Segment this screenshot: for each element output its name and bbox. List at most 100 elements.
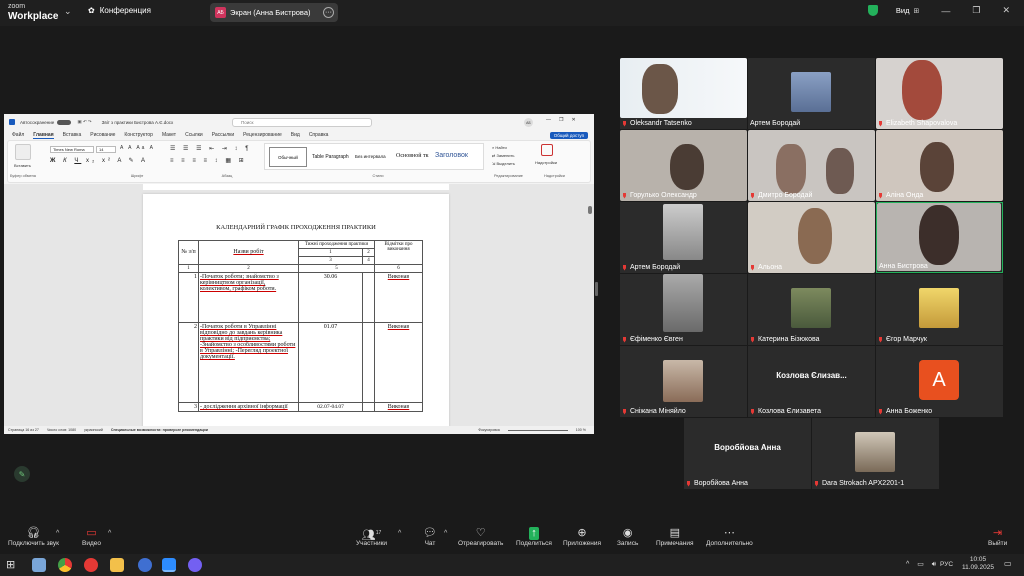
chat-chevron-icon[interactable]: ^ <box>444 530 447 537</box>
react-button[interactable]: ♡ Отреагировать <box>458 527 503 547</box>
style-no-spacing[interactable]: Без интервала <box>355 154 386 159</box>
notification-icon[interactable]: ▭ <box>1004 559 1012 568</box>
participant-tile[interactable]: Альона <box>748 202 875 273</box>
menu-file[interactable]: Файл <box>12 132 24 138</box>
more-options-icon[interactable]: ··· <box>323 7 334 18</box>
file-explorer-icon[interactable] <box>110 558 124 572</box>
zoom-top-bar: zoom Workplace ⌄ ✿ Конференция АБ Экран … <box>0 0 1024 26</box>
status-language[interactable]: украинский <box>84 428 103 432</box>
participants-chevron-icon[interactable]: ^ <box>398 530 401 537</box>
zoom-slider[interactable] <box>507 429 568 431</box>
participant-tile[interactable]: Elizabeth Shapovalova <box>876 58 1003 129</box>
apps-button[interactable]: ⊕ Приложения <box>563 527 601 547</box>
replace-button[interactable]: ⇄ Заменить <box>492 152 515 160</box>
participant-tile[interactable]: Дмитро Бородай <box>748 130 875 201</box>
participant-tile[interactable]: Сніжана Міняйло <box>620 346 747 417</box>
annotate-icon[interactable]: ✎ <box>14 466 30 482</box>
windows-start-icon[interactable]: ⊞ <box>6 558 20 572</box>
view-button[interactable]: Вид ⊞ <box>867 5 919 16</box>
audio-button[interactable]: 🎧︎ Подключить звук <box>8 527 59 547</box>
tray-icons[interactable]: ^ ▭ 🔊︎ <box>906 560 939 569</box>
participant-tile[interactable]: А Анна Боженко <box>876 346 1003 417</box>
paste-icon[interactable] <box>15 144 31 160</box>
style-heading[interactable]: Заголовок <box>435 152 468 159</box>
close-icon[interactable]: ✕ <box>1002 5 1010 16</box>
participant-tile[interactable]: Козлова Єлизав... Козлова Єлизавета <box>748 346 875 417</box>
share-doc-button[interactable]: Общий доступ <box>549 131 588 139</box>
select-button[interactable]: ⇲ Выделить <box>492 160 515 168</box>
participants-button[interactable]: 👥︎17 Участники <box>356 527 387 547</box>
video-options-chevron-icon[interactable]: ^ <box>108 530 111 537</box>
status-zoom[interactable]: 100 % <box>576 428 586 432</box>
menu-mailings[interactable]: Рассылки <box>212 132 234 138</box>
chrome-icon[interactable] <box>58 558 72 572</box>
sharer-avatar: АБ <box>215 7 226 18</box>
font-name-select[interactable]: Times New Roma <box>50 146 94 153</box>
participant-tile[interactable]: Єгор Марчук <box>876 274 1003 345</box>
more-button[interactable]: ⋯ Дополнительно <box>706 527 753 547</box>
menu-help[interactable]: Справка <box>309 132 329 138</box>
style-table-paragraph[interactable]: Table Paragraph <box>312 154 349 160</box>
participant-tile[interactable]: Воробйова Анна Воробйова Анна <box>684 418 811 489</box>
audio-options-chevron-icon[interactable]: ^ <box>56 530 59 537</box>
participant-tile[interactable]: Артем Бородай <box>620 202 747 273</box>
user-avatar[interactable]: АБ <box>524 118 533 127</box>
participant-tile[interactable]: Dara Strokach APX2201-1 <box>812 418 939 489</box>
word-search-box[interactable]: Поиск <box>232 118 372 127</box>
menu-view[interactable]: Вид <box>291 132 300 138</box>
splitter-handle[interactable] <box>595 282 598 296</box>
header-weeks: Тижні проходження практики <box>298 240 375 249</box>
font-size-select[interactable]: 14 <box>96 146 116 153</box>
participant-tile[interactable]: Артем Бородай <box>748 58 875 129</box>
menu-home[interactable]: Главная <box>33 132 54 139</box>
participant-tile[interactable]: Єфіменко Євген <box>620 274 747 345</box>
record-button[interactable]: ◉ Запись <box>617 527 638 547</box>
share-button[interactable]: ↑ Поделиться <box>516 527 552 547</box>
participant-tile-active-speaker[interactable]: Анна Бистрова <box>876 202 1003 273</box>
viber-icon[interactable] <box>188 558 202 572</box>
find-button[interactable]: ⌕ Найти <box>492 144 515 152</box>
notes-button[interactable]: ▤ Примечания <box>656 527 694 547</box>
participant-tile[interactable]: Oleksandr Tatsenko <box>620 58 747 129</box>
opera-icon[interactable] <box>84 558 98 572</box>
document-area[interactable]: КАЛЕНДАРНИЙ ГРАФІК ПРОХОДЖЕННЯ ПРАКТИКИ … <box>4 184 594 434</box>
status-accessibility[interactable]: Специальные возможности: проверьте реком… <box>111 428 208 432</box>
video-button[interactable]: ▭ Видео <box>82 527 101 547</box>
keyboard-language[interactable]: РУС <box>940 561 953 568</box>
menu-insert[interactable]: Вставка <box>63 132 82 138</box>
save-icon[interactable]: ▣ ↶ ↷ <box>77 119 91 125</box>
video-label: Видео <box>82 540 101 547</box>
menu-review[interactable]: Рецензирование <box>243 132 282 138</box>
addins-icon[interactable] <box>541 144 553 156</box>
minimize-icon[interactable]: — <box>941 6 950 16</box>
participant-tile[interactable]: Горулько Олександр <box>620 130 747 201</box>
app-icon[interactable] <box>138 558 152 572</box>
zoom-taskbar-icon[interactable] <box>162 558 176 572</box>
vertical-scrollbar[interactable] <box>588 206 592 214</box>
chevron-down-icon[interactable]: ⌄ <box>64 6 72 17</box>
align-icons[interactable]: ≡ ≡ ≡ ≡ ↕ ▦ ⊞ <box>170 157 247 164</box>
restore-icon[interactable]: ❐ <box>972 5 980 16</box>
style-normal[interactable]: Обычный <box>269 147 307 167</box>
participants-icon: 👥︎17 <box>361 529 382 542</box>
menu-draw[interactable]: Рисование <box>90 132 115 138</box>
menu-layout[interactable]: Макет <box>162 132 176 138</box>
document-page[interactable]: КАЛЕНДАРНИЙ ГРАФІК ПРОХОДЖЕННЯ ПРАКТИКИ … <box>143 194 449 434</box>
chat-button[interactable]: 💬︎ Чат <box>423 527 437 547</box>
menu-references[interactable]: Ссылки <box>185 132 203 138</box>
list-icons[interactable]: ☰ ☰ ☰ ⇤ ⇥ ↕ ¶ <box>170 145 251 152</box>
bold-italic-underline-icons[interactable]: Ж К Ч x₂ x² A ✎ A <box>50 157 148 164</box>
status-focus[interactable]: Фокусировка <box>478 428 499 432</box>
style-body-text[interactable]: Основной тк <box>396 153 429 159</box>
app-icon[interactable] <box>32 558 46 572</box>
menu-design[interactable]: Конструктор <box>124 132 153 138</box>
clock[interactable]: 10:05 11.09.2025 <box>958 556 998 572</box>
autosave-toggle[interactable] <box>57 119 72 125</box>
font-format-icons[interactable]: A A Aa A <box>120 145 155 151</box>
screen-share-indicator[interactable]: АБ Экран (Анна Бистрова) ··· <box>210 3 338 22</box>
conference-button[interactable]: ✿ Конференция <box>88 6 151 15</box>
word-window-controls[interactable]: —❐✕ <box>546 117 584 123</box>
participant-tile[interactable]: Катерина Бізюкова <box>748 274 875 345</box>
participant-tile[interactable]: Аліна Онда <box>876 130 1003 201</box>
leave-button[interactable]: ⇥ Выйти <box>988 527 1007 547</box>
